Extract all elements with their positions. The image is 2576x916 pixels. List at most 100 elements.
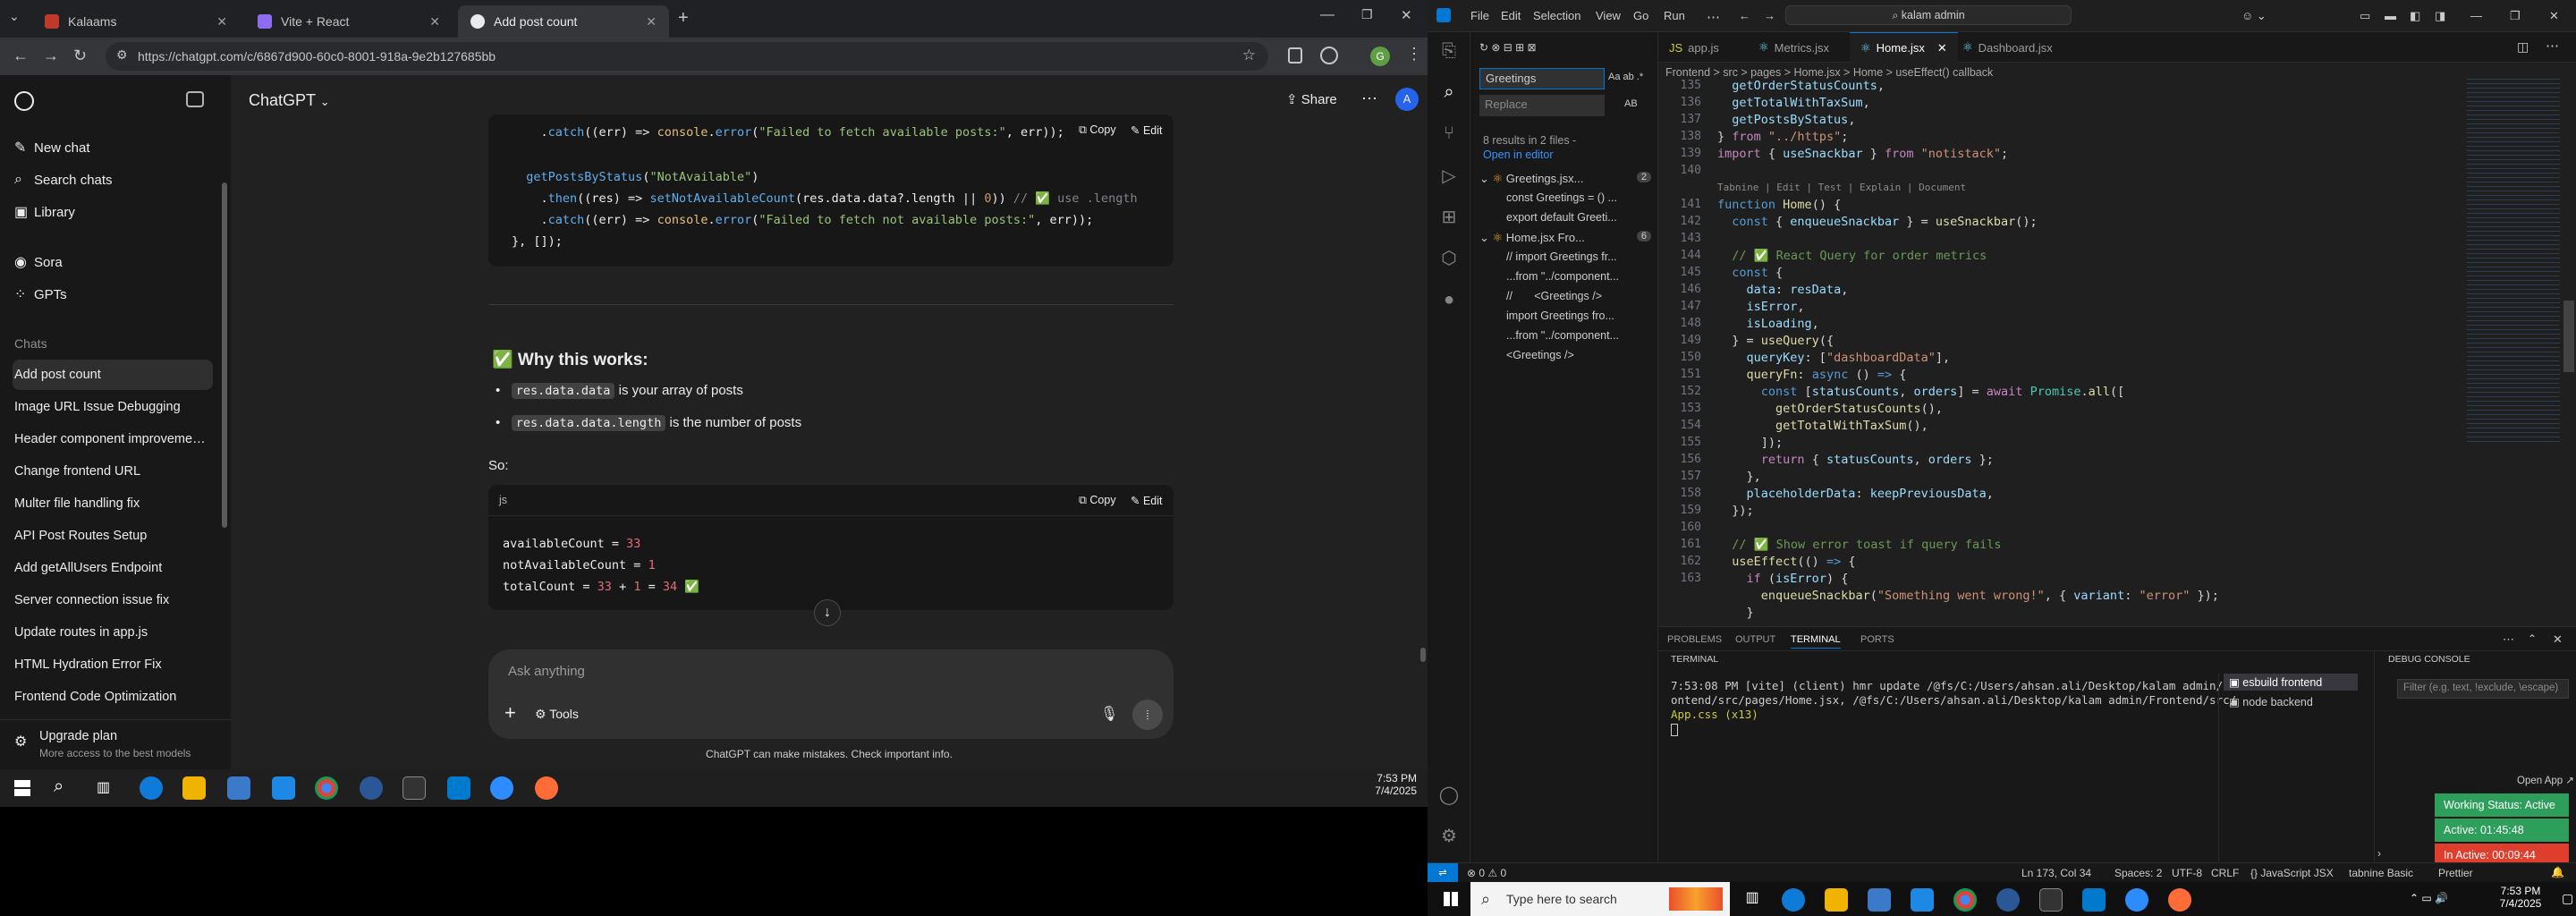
tab-terminal[interactable]: TERMINAL — [1791, 634, 1841, 649]
mail-icon[interactable] — [272, 776, 295, 800]
gpts-button[interactable]: ⁘ GPTs — [13, 279, 213, 310]
tools-button[interactable]: ⚙ Tools — [535, 707, 579, 722]
close-icon[interactable]: ✕ — [429, 14, 440, 30]
chat-item[interactable]: Multer file handling fix — [13, 488, 213, 519]
site-info-icon[interactable]: ⚙ — [116, 47, 128, 63]
store-icon[interactable] — [1868, 888, 1891, 912]
tab-search-icon[interactable]: ⌄ — [9, 9, 20, 24]
menu-file[interactable]: File — [1470, 9, 1489, 22]
open-in-editor-link[interactable]: Open in editor — [1483, 148, 1554, 161]
layout-icon[interactable]: ▭ — [2360, 9, 2370, 23]
chrome-icon[interactable] — [315, 776, 338, 800]
clock[interactable]: 7:53 PM 7/4/2025 — [2492, 885, 2549, 910]
tab-app-js[interactable]: JS app.js — [1658, 32, 1730, 63]
new-tab-button[interactable]: + — [678, 8, 689, 29]
windows-start-icon[interactable] — [14, 780, 30, 796]
close-icon[interactable]: ✕ — [216, 14, 227, 30]
line-endings[interactable]: CRLF — [2211, 867, 2239, 879]
search-options-icons[interactable]: Aa ab .* — [1608, 72, 1643, 82]
store-icon[interactable] — [227, 776, 250, 800]
copy-button[interactable]: ⧉ Copy — [1079, 123, 1116, 137]
back-icon[interactable]: ← — [13, 47, 29, 65]
search-icon[interactable]: ⌕ — [1438, 82, 1460, 104]
extension-icon[interactable] — [1320, 47, 1338, 64]
minimize-button[interactable]: — — [2470, 9, 2482, 22]
search-match[interactable]: const Greetings = () ... — [1506, 191, 1617, 204]
edge-icon[interactable] — [140, 776, 163, 800]
vscode-icon[interactable] — [2082, 888, 2106, 912]
encoding[interactable]: UTF-8 — [2172, 867, 2202, 879]
chat-item[interactable]: Change frontend URL — [13, 456, 213, 487]
back-icon[interactable]: ← — [1739, 9, 1750, 22]
debug-filter-input[interactable]: Filter (e.g. text, !exclude, \escape) — [2397, 679, 2569, 699]
menu-view[interactable]: View — [1596, 9, 1621, 22]
chat-item[interactable]: API Post Routes Setup — [13, 521, 213, 551]
editor-scrollbar[interactable] — [2563, 301, 2574, 372]
chat-item[interactable]: Header component improveme… — [13, 424, 213, 454]
tab-home-jsx[interactable]: ⚛ Home.jsx ✕ — [1850, 32, 1958, 63]
postman-icon[interactable] — [2168, 888, 2191, 912]
close-icon[interactable]: ✕ — [646, 14, 657, 30]
search-match[interactable]: // <Greetings /> — [1506, 290, 1602, 302]
model-selector[interactable]: ChatGPT ⌄ — [249, 91, 330, 110]
result-file[interactable]: ⌄ ⚛ Home.jsx Fro... 6 — [1479, 231, 1655, 245]
more-options-icon[interactable]: ⋯ — [1361, 89, 1377, 108]
cursor-position[interactable]: Ln 173, Col 34 — [2021, 867, 2091, 879]
chat-item[interactable]: Add getAllUsers Endpoint — [13, 553, 213, 583]
mail-icon[interactable] — [1911, 888, 1934, 912]
sora-button[interactable]: ◉ Sora — [13, 247, 213, 277]
task-view-icon[interactable]: ▥ — [97, 778, 110, 796]
sidebar-toggle-icon[interactable] — [186, 91, 204, 107]
microphone-icon[interactable]: 🎙 — [1100, 705, 1118, 723]
zoom-icon[interactable] — [490, 776, 513, 800]
chrome-icon[interactable] — [1953, 888, 1977, 912]
copy-button[interactable]: ⧉ Copy — [1079, 494, 1116, 507]
accounts-icon[interactable]: ◯ — [1438, 784, 1460, 805]
scroll-down-button[interactable]: ↓ — [814, 599, 841, 626]
avatar[interactable]: A — [1395, 88, 1419, 111]
search-input[interactable]: Greetings — [1479, 68, 1605, 89]
chevron-right-icon[interactable]: › — [2377, 847, 2381, 860]
tab-output[interactable]: OUTPUT — [1735, 634, 1775, 645]
new-chat-button[interactable]: ✎ New chat — [13, 132, 213, 163]
menu-selection[interactable]: Selection — [1533, 9, 1580, 22]
tab-add-post-count[interactable]: Add post count ✕ — [458, 5, 669, 38]
settings-gear-icon[interactable]: ⚙ — [1438, 825, 1460, 846]
split-editor-icon[interactable]: ◫ — [2517, 39, 2529, 55]
command-center[interactable]: ⌕ kalam admin — [1785, 5, 2072, 25]
main-scrollbar[interactable] — [1420, 648, 1426, 662]
tab-vite-react[interactable]: Vite + React ✕ — [245, 5, 453, 38]
tabnine-status[interactable]: tabnine Basic — [2349, 867, 2413, 879]
mongodb-icon[interactable]: ● — [1438, 290, 1460, 311]
upgrade-plan-button[interactable]: ⚙ Upgrade plan More access to the best m… — [0, 719, 231, 769]
extensions-icon[interactable]: ⊞ — [1438, 206, 1460, 227]
toggle-panel-icon[interactable]: ▬ — [2385, 9, 2396, 22]
remote-icon[interactable]: ⬡ — [1438, 247, 1460, 268]
profile-avatar[interactable]: G — [1370, 47, 1390, 66]
search-match[interactable]: export default Greeti... — [1506, 211, 1617, 224]
share-button[interactable]: ⇪ Share — [1286, 91, 1337, 107]
close-window-button[interactable]: ✕ — [1401, 7, 1412, 23]
chat-item[interactable]: Server connection issue fix — [13, 585, 213, 615]
language-mode[interactable]: {} JavaScript JSX — [2250, 867, 2334, 879]
search-icon[interactable]: ⌕ — [54, 776, 64, 797]
open-app-link[interactable]: Open App ↗ — [2517, 774, 2574, 786]
minimize-button[interactable]: — — [1320, 7, 1335, 23]
chat-item[interactable]: Update routes in app.js — [13, 617, 213, 648]
edit-button[interactable]: ✎ Edit — [1131, 123, 1163, 137]
menu-run[interactable]: Run — [1664, 9, 1685, 22]
file-explorer-icon[interactable] — [182, 776, 206, 800]
search-match[interactable]: import Greetings fro... — [1506, 310, 1614, 322]
tab-dashboard-jsx[interactable]: ⚛ Dashboard.jsx — [1952, 32, 2063, 63]
minimap[interactable] — [2467, 77, 2560, 444]
url-field[interactable]: ⚙ https://chatgpt.com/c/6867d900-60c0-80… — [106, 42, 1268, 71]
postman-icon[interactable] — [535, 776, 558, 800]
taskbar-search-box[interactable]: ⌕ Type here to search — [1470, 882, 1730, 916]
edge-icon[interactable] — [1782, 888, 1805, 912]
result-file[interactable]: ⌄ ⚛ Greetings.jsx... 2 — [1479, 172, 1655, 186]
close-icon[interactable]: ✕ — [1937, 41, 1947, 55]
close-panel-icon[interactable]: ✕ — [2553, 632, 2563, 647]
replace-all-icon[interactable]: AB — [1624, 98, 1638, 109]
bookmark-star-icon[interactable]: ☆ — [1242, 47, 1256, 64]
more-menu-icon[interactable]: ⋯ — [1707, 9, 1720, 25]
